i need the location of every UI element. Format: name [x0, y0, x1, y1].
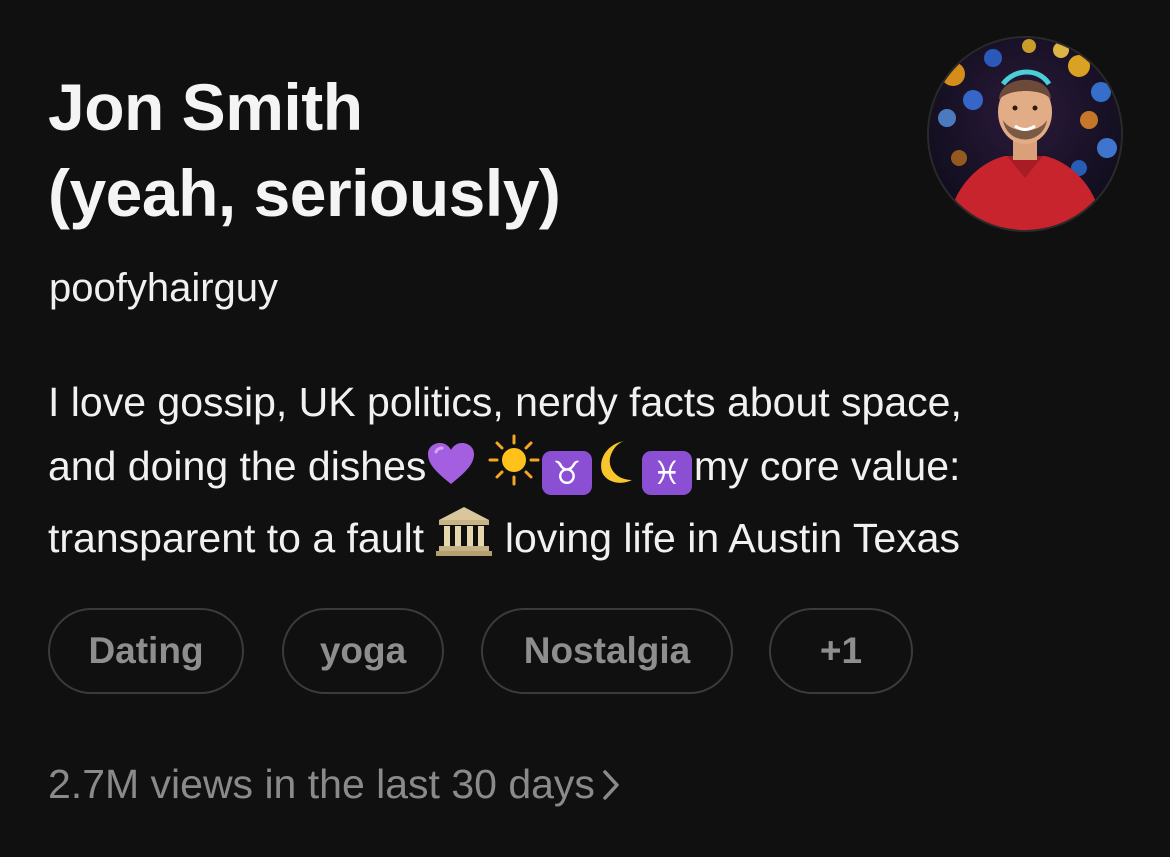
views-text: 2.7M views in the last 30 days	[48, 761, 595, 807]
pisces-icon: ♓	[641, 451, 692, 495]
profile-name: Jon Smith (yeah, seriously)	[48, 64, 868, 236]
bio-line-2-end: my core value:	[693, 443, 961, 489]
chevron-right-icon	[601, 760, 621, 816]
bio-line-3: transparent to a fault loving life in Au…	[48, 504, 1128, 576]
views-stat-link[interactable]: 2.7M views in the last 30 days	[48, 756, 621, 816]
bio-line-2: and doing the dishes ♉ ♓ my core value:	[48, 434, 1128, 504]
avatar[interactable]	[929, 38, 1121, 230]
bio-line-3-start: transparent to a fault	[48, 515, 425, 561]
purple-heart-icon	[426, 440, 476, 504]
crescent-moon-icon	[594, 438, 640, 504]
classical-building-icon	[435, 504, 493, 576]
profile-header: Jon Smith (yeah, seriously) poofyhairguy…	[0, 0, 1170, 857]
tag-nostalgia[interactable]: Nostalgia	[481, 608, 733, 694]
avatar-photo	[929, 38, 1121, 230]
taurus-icon: ♉	[541, 451, 592, 495]
tag-dating[interactable]: Dating	[48, 608, 244, 694]
bio-line-3-end: loving life in Austin Texas	[504, 515, 960, 561]
username: poofyhairguy	[49, 266, 279, 310]
bio-line-1: I love gossip, UK politics, nerdy facts …	[48, 379, 962, 425]
profile-name-line1: Jon Smith	[48, 70, 363, 144]
tag-more[interactable]: +1	[769, 608, 913, 694]
bio: I love gossip, UK politics, nerdy facts …	[48, 370, 1128, 576]
bio-line-2-text: and doing the dishes	[48, 443, 427, 489]
profile-name-line2: (yeah, seriously)	[48, 156, 561, 230]
tag-yoga[interactable]: yoga	[282, 608, 444, 694]
sun-icon	[488, 434, 540, 504]
